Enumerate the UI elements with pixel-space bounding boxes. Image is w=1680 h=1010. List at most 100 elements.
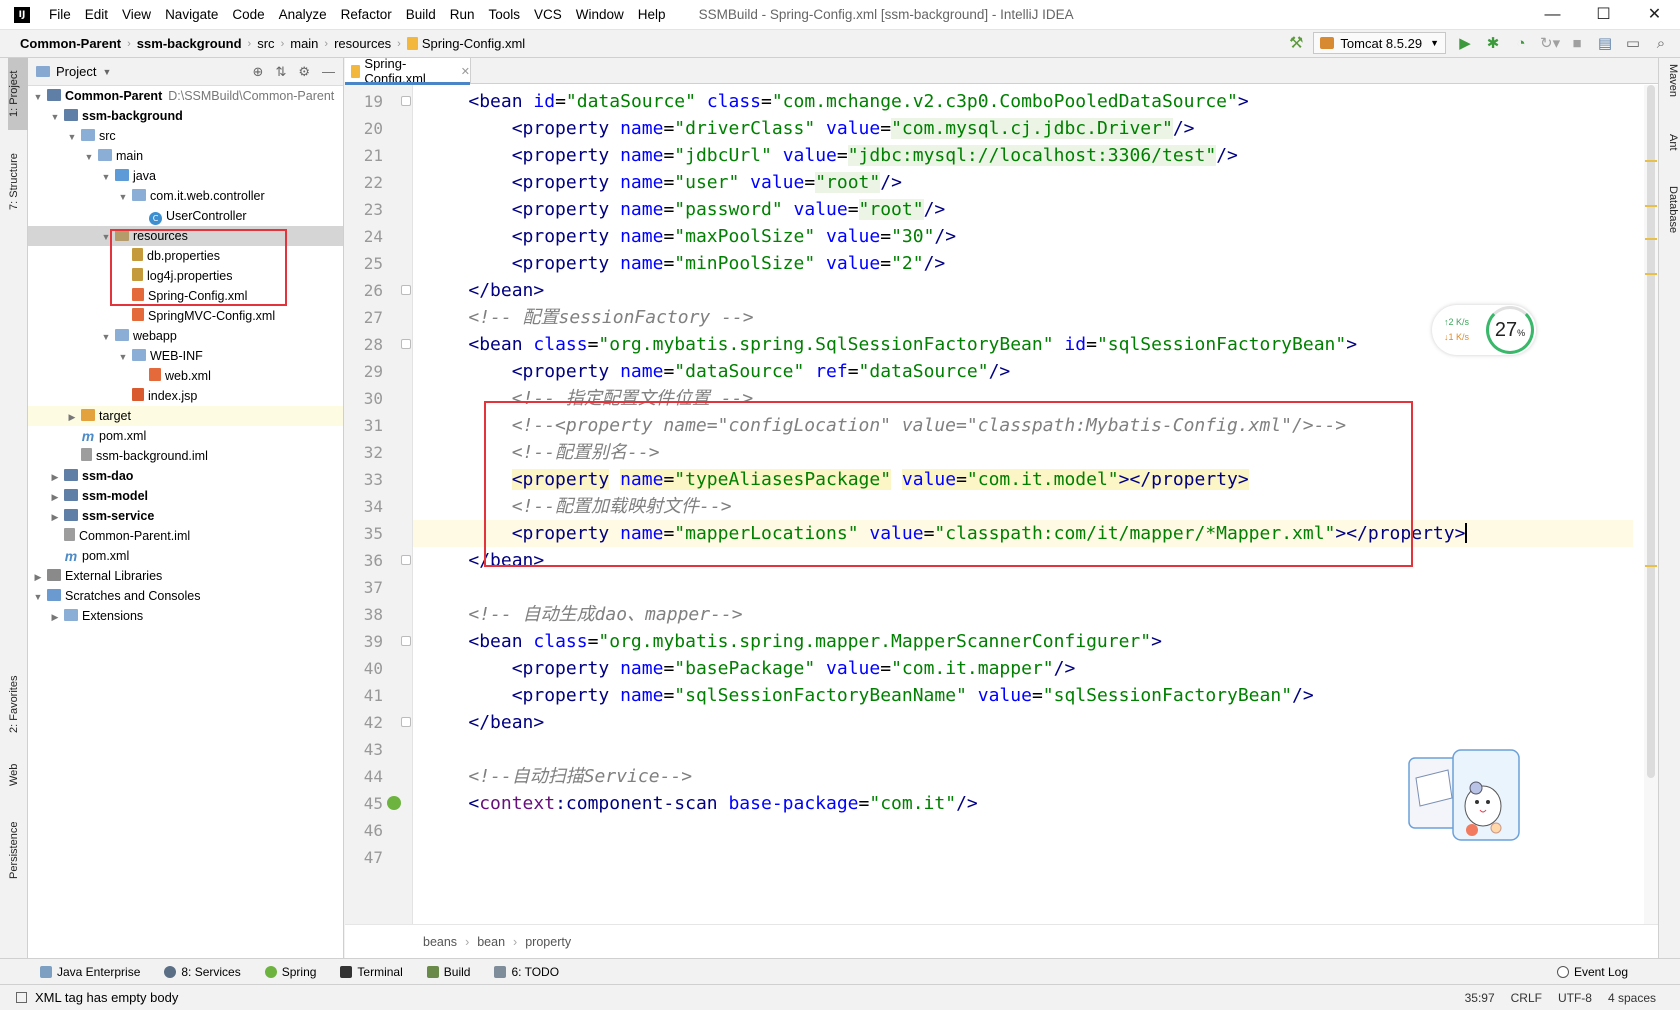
tool-tab-ant[interactable]: Ant	[1661, 134, 1679, 174]
tool-tab-web[interactable]: Web	[8, 755, 28, 795]
line-separator[interactable]: CRLF	[1511, 991, 1542, 1005]
code-line[interactable]: <!-- 自动生成dao、mapper-->	[413, 601, 742, 628]
tool-tab-services[interactable]: 8: Services	[164, 965, 241, 979]
maximize-button[interactable]: ☐	[1578, 0, 1629, 30]
code-line[interactable]: <!--自动扫描Service-->	[413, 763, 692, 790]
expand-arrow-icon[interactable]: ▼	[100, 167, 112, 187]
tool-tab-database[interactable]: Database	[1661, 186, 1679, 256]
code-line[interactable]: <property name="dataSource" ref="dataSou…	[413, 358, 1011, 385]
tree-node[interactable]: ▼ src	[28, 126, 343, 146]
code-line[interactable]: </bean>	[413, 709, 544, 736]
crumb-file[interactable]: Spring-Config.xml	[422, 36, 525, 51]
code-line[interactable]	[413, 736, 425, 763]
fold-marker-icon[interactable]	[401, 339, 411, 349]
chevron-down-icon[interactable]: ▼	[102, 67, 111, 77]
code-line[interactable]: <property name="driverClass" value="com.…	[413, 115, 1195, 142]
spring-bean-gutter-icon[interactable]	[387, 796, 401, 810]
tool-tab-persistence[interactable]: Persistence	[8, 810, 28, 890]
code-line[interactable]: <property name="password" value="root"/>	[413, 196, 945, 223]
tree-node[interactable]: SpringMVC-Config.xml	[28, 306, 343, 326]
fold-marker-icon[interactable]	[401, 717, 411, 727]
tree-node[interactable]: ssm-background.iml	[28, 446, 343, 466]
editor-scrollbar[interactable]	[1644, 85, 1658, 924]
menu-navigate[interactable]: Navigate	[158, 7, 225, 22]
fold-marker-icon[interactable]	[401, 555, 411, 565]
code-line[interactable]: <bean id="dataSource" class="com.mchange…	[413, 88, 1248, 115]
expand-arrow-icon[interactable]: ▼	[117, 187, 129, 207]
tree-node[interactable]: ▼ Scratches and Consoles	[28, 586, 343, 606]
code-line[interactable]: <property name="jdbcUrl" value="jdbc:mys…	[413, 142, 1238, 169]
tool-tab-event-log[interactable]: Event Log	[1556, 965, 1628, 979]
debug-icon[interactable]: ✱	[1484, 34, 1502, 52]
collapse-arrow-icon[interactable]: ▶	[66, 407, 78, 427]
gear-icon[interactable]: ⚙	[298, 64, 310, 80]
build-hammer-icon[interactable]: ⚒	[1289, 33, 1303, 53]
profile-icon[interactable]: ↻▾	[1540, 34, 1560, 52]
layout-icon[interactable]: ▭	[1624, 34, 1642, 52]
fold-marker-icon[interactable]	[401, 636, 411, 646]
menu-help[interactable]: Help	[631, 7, 673, 22]
code-line[interactable]: <bean class="org.mybatis.spring.SqlSessi…	[413, 331, 1357, 358]
caret-position[interactable]: 35:97	[1465, 991, 1495, 1005]
tool-tab-java-enterprise[interactable]: Java Enterprise	[40, 965, 140, 979]
code-line[interactable]: <bean class="org.mybatis.spring.mapper.M…	[413, 628, 1162, 655]
tree-node[interactable]: ▼ com.it.web.controller	[28, 186, 343, 206]
error-stripe-mark[interactable]	[1645, 160, 1657, 162]
tool-tab-maven[interactable]: Maven	[1661, 64, 1679, 122]
tree-node[interactable]: ▼ webapp	[28, 326, 343, 346]
search-icon[interactable]: ⌕	[1652, 35, 1670, 52]
close-button[interactable]: ✕	[1629, 0, 1680, 30]
expand-arrow-icon[interactable]: ▼	[100, 327, 112, 347]
code-line[interactable]: <property name="user" value="root"/>	[413, 169, 902, 196]
menu-window[interactable]: Window	[569, 7, 631, 22]
code-line[interactable]	[413, 817, 425, 844]
tool-tab-spring[interactable]: Spring	[264, 965, 316, 979]
fold-marker-icon[interactable]	[401, 285, 411, 295]
tool-tab-structure[interactable]: 7: Structure	[8, 142, 28, 222]
expand-arrow-icon[interactable]: ▼	[83, 147, 95, 167]
tool-tab-favorites[interactable]: 2: Favorites	[8, 664, 28, 744]
code-line[interactable]: <property name="sqlSessionFactoryBeanNam…	[413, 682, 1314, 709]
fold-marker-icon[interactable]	[401, 96, 411, 106]
hide-panel-icon[interactable]: —	[322, 64, 335, 80]
collapse-arrow-icon[interactable]: ▶	[49, 607, 61, 627]
tree-node[interactable]: Common-Parent.iml	[28, 526, 343, 546]
expand-arrow-icon[interactable]: ▼	[32, 587, 44, 607]
expand-arrow-icon[interactable]: ▼	[117, 347, 129, 367]
tree-node[interactable]: ▶ target	[28, 406, 343, 426]
menu-analyze[interactable]: Analyze	[272, 7, 334, 22]
tree-node[interactable]: ▶ ssm-model	[28, 486, 343, 506]
xml-crumb-beans[interactable]: beans	[423, 935, 457, 949]
menu-edit[interactable]: Edit	[78, 7, 115, 22]
expand-arrow-icon[interactable]: ▼	[66, 127, 78, 147]
project-structure-icon[interactable]: ▤	[1596, 34, 1614, 52]
code-line[interactable]	[413, 574, 425, 601]
run-configuration-select[interactable]: Tomcat 8.5.29 ▼	[1313, 32, 1446, 54]
code-line[interactable]	[413, 844, 425, 871]
code-line[interactable]: <property name="basePackage" value="com.…	[413, 655, 1076, 682]
tree-node[interactable]: ▼ main	[28, 146, 343, 166]
crumb-resources[interactable]: resources	[334, 36, 391, 51]
code-line[interactable]: <property name="maxPoolSize" value="30"/…	[413, 223, 956, 250]
toggle-tool-windows-icon[interactable]	[16, 992, 27, 1003]
project-panel-title[interactable]: Project	[56, 64, 96, 79]
xml-crumb-bean[interactable]: bean	[477, 935, 505, 949]
crumb-module[interactable]: ssm-background	[137, 36, 242, 51]
collapse-all-icon[interactable]: ⇅	[275, 64, 286, 80]
tree-node[interactable]: ▼ Common-Parent D:\SSMBuild\Common-Parent	[28, 86, 343, 106]
menu-build[interactable]: Build	[399, 7, 443, 22]
tree-node[interactable]: ▼ java	[28, 166, 343, 186]
tree-node[interactable]: ▶ Extensions	[28, 606, 343, 626]
menu-view[interactable]: View	[115, 7, 158, 22]
editor-tab[interactable]: Spring-Config.xml ✕	[345, 56, 471, 86]
file-encoding[interactable]: UTF-8	[1558, 991, 1592, 1005]
crumb-src[interactable]: src	[257, 36, 274, 51]
collapse-arrow-icon[interactable]: ▶	[49, 507, 61, 527]
menu-run[interactable]: Run	[443, 7, 482, 22]
code-line[interactable]: </bean>	[413, 277, 544, 304]
error-stripe-mark[interactable]	[1645, 273, 1657, 275]
tree-node[interactable]: ▶ ssm-service	[28, 506, 343, 526]
scroll-thumb[interactable]	[1647, 85, 1655, 778]
menu-vcs[interactable]: VCS	[527, 7, 569, 22]
error-stripe-mark[interactable]	[1645, 238, 1657, 240]
